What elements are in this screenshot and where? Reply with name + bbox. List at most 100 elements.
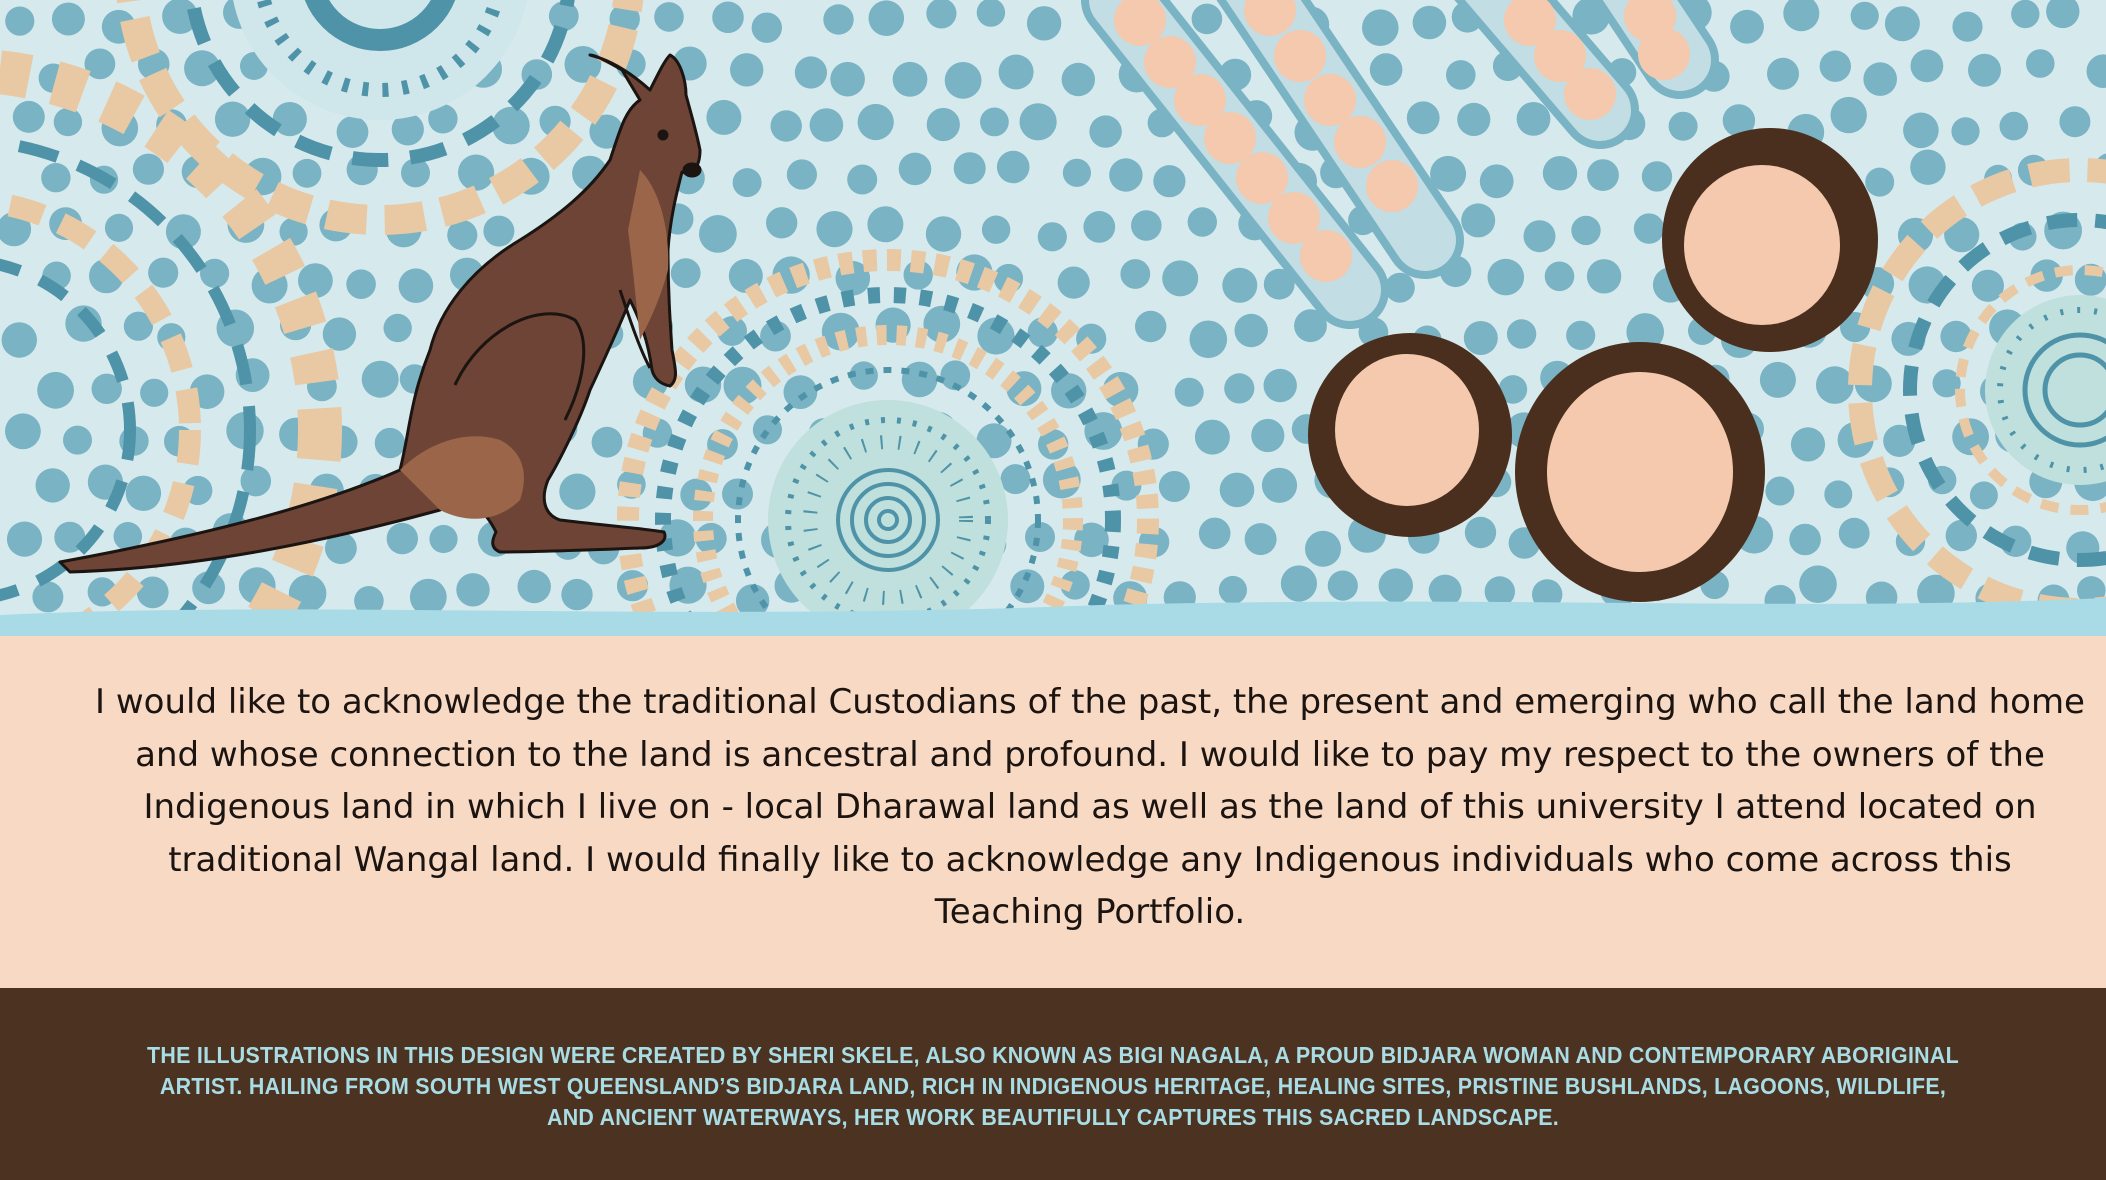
waterhole-circle-2: [1515, 342, 1765, 602]
pattern-dot: [1109, 158, 1143, 192]
pattern-dot: [1153, 165, 1186, 198]
pattern-dot: [980, 107, 1009, 137]
pattern-dot: [2011, 0, 2040, 29]
pattern-dot: [1162, 260, 1199, 297]
pattern-dot: [770, 110, 802, 142]
pattern-dot: [51, 2, 85, 36]
pattern-dot: [140, 378, 169, 407]
pattern-dot: [5, 413, 41, 450]
pattern-dot: [1884, 6, 1920, 42]
pattern-dot: [1412, 5, 1447, 40]
pattern-dot: [1789, 523, 1821, 556]
pattern-dot: [1327, 570, 1358, 601]
pattern-dot: [1850, 1, 1879, 30]
waterhole-circle-1: [1308, 333, 1512, 537]
pattern-dot: [1790, 427, 1826, 462]
pattern-dot: [996, 150, 1030, 184]
pattern-dot: [548, 1, 579, 31]
acknowledgement-of-country-text: I would like to acknowledge the traditio…: [95, 682, 2085, 932]
pattern-dot: [1999, 111, 2029, 141]
pattern-dot: [5, 6, 35, 36]
pattern-dot: [591, 426, 623, 458]
pattern-dot: [559, 473, 596, 510]
pattern-dot: [794, 56, 828, 89]
pattern-dot: [1224, 373, 1255, 404]
pattern-dot: [1765, 476, 1795, 506]
pattern-dot: [1461, 203, 1496, 238]
pattern-dot: [125, 475, 162, 511]
pattern-dot: [53, 107, 83, 137]
pattern-dot: [1251, 418, 1285, 453]
pattern-dot: [1506, 319, 1537, 349]
pattern-dot: [1863, 62, 1897, 96]
pattern-dot: [998, 54, 1034, 90]
pattern-dot: [1968, 53, 2001, 87]
pattern-dot: [1362, 9, 1399, 46]
pattern-dot: [148, 257, 179, 288]
pattern-dot: [1457, 102, 1491, 136]
pattern-dot: [1464, 516, 1497, 549]
pattern-dot: [1037, 222, 1067, 252]
pattern-dot: [857, 103, 894, 141]
pattern-dot: [1369, 53, 1403, 86]
pattern-dot: [1222, 267, 1258, 303]
pattern-dot: [35, 468, 70, 503]
pattern-dot: [383, 313, 412, 343]
pattern-dot: [823, 4, 854, 35]
pattern-dot: [830, 61, 865, 97]
pattern-dot: [1824, 480, 1853, 509]
pattern-dot: [1463, 321, 1498, 355]
pattern-dot: [944, 62, 982, 99]
pattern-dot: [712, 1, 744, 34]
pattern-dot: [2026, 49, 2055, 78]
pattern-dot: [1089, 115, 1122, 148]
pattern-dot: [732, 168, 762, 198]
pattern-dot: [37, 371, 74, 409]
pattern-dot: [1263, 368, 1297, 403]
pattern-dot: [1061, 62, 1096, 97]
pattern-dot: [458, 154, 495, 191]
pattern-dot: [136, 576, 169, 609]
pattern-dot: [1189, 320, 1228, 359]
pattern-dot: [867, 206, 904, 243]
pattern-dot: [699, 215, 737, 253]
pattern-dot: [564, 46, 602, 83]
pattern-dot: [1218, 575, 1247, 605]
pattern-dot: [240, 465, 272, 497]
pattern-dot: [1187, 207, 1218, 237]
pattern-dot: [1026, 6, 1062, 41]
pattern-dot: [6, 521, 43, 557]
pattern-dot: [1586, 259, 1622, 294]
pattern-dot: [1951, 117, 1980, 146]
pattern-dot: [1952, 11, 1983, 42]
pattern-dot: [981, 215, 1011, 244]
pattern-dot: [429, 524, 458, 554]
pattern-dot: [561, 578, 593, 611]
pattern-dot: [1516, 102, 1551, 136]
pattern-dot: [104, 213, 134, 242]
pattern-dot: [1446, 60, 1476, 90]
pattern-dot: [1083, 211, 1116, 243]
pattern-dot: [1135, 310, 1167, 343]
pattern-dot: [1910, 149, 1946, 185]
pattern-dot: [1057, 266, 1090, 299]
pattern-dot: [1120, 259, 1151, 289]
pattern-dot: [766, 207, 798, 239]
pattern-dot: [1730, 9, 1764, 44]
pattern-dot: [1838, 517, 1870, 549]
pattern-dot: [1542, 156, 1578, 191]
pattern-dot: [2059, 106, 2091, 138]
pattern-dot: [346, 269, 376, 300]
pattern-dot: [1633, 213, 1665, 244]
pattern-dot: [706, 99, 742, 135]
pattern-dot: [1971, 269, 2004, 302]
pattern-dot: [12, 100, 45, 133]
pattern-dot: [32, 581, 64, 613]
pattern-dot: [292, 158, 322, 188]
pattern-dot: [847, 164, 878, 195]
pattern-dot: [517, 569, 551, 604]
pattern-dot: [361, 360, 399, 398]
pattern-dot: [1544, 261, 1575, 292]
pattern-dot: [1865, 167, 1895, 197]
pattern-dot: [409, 578, 447, 616]
